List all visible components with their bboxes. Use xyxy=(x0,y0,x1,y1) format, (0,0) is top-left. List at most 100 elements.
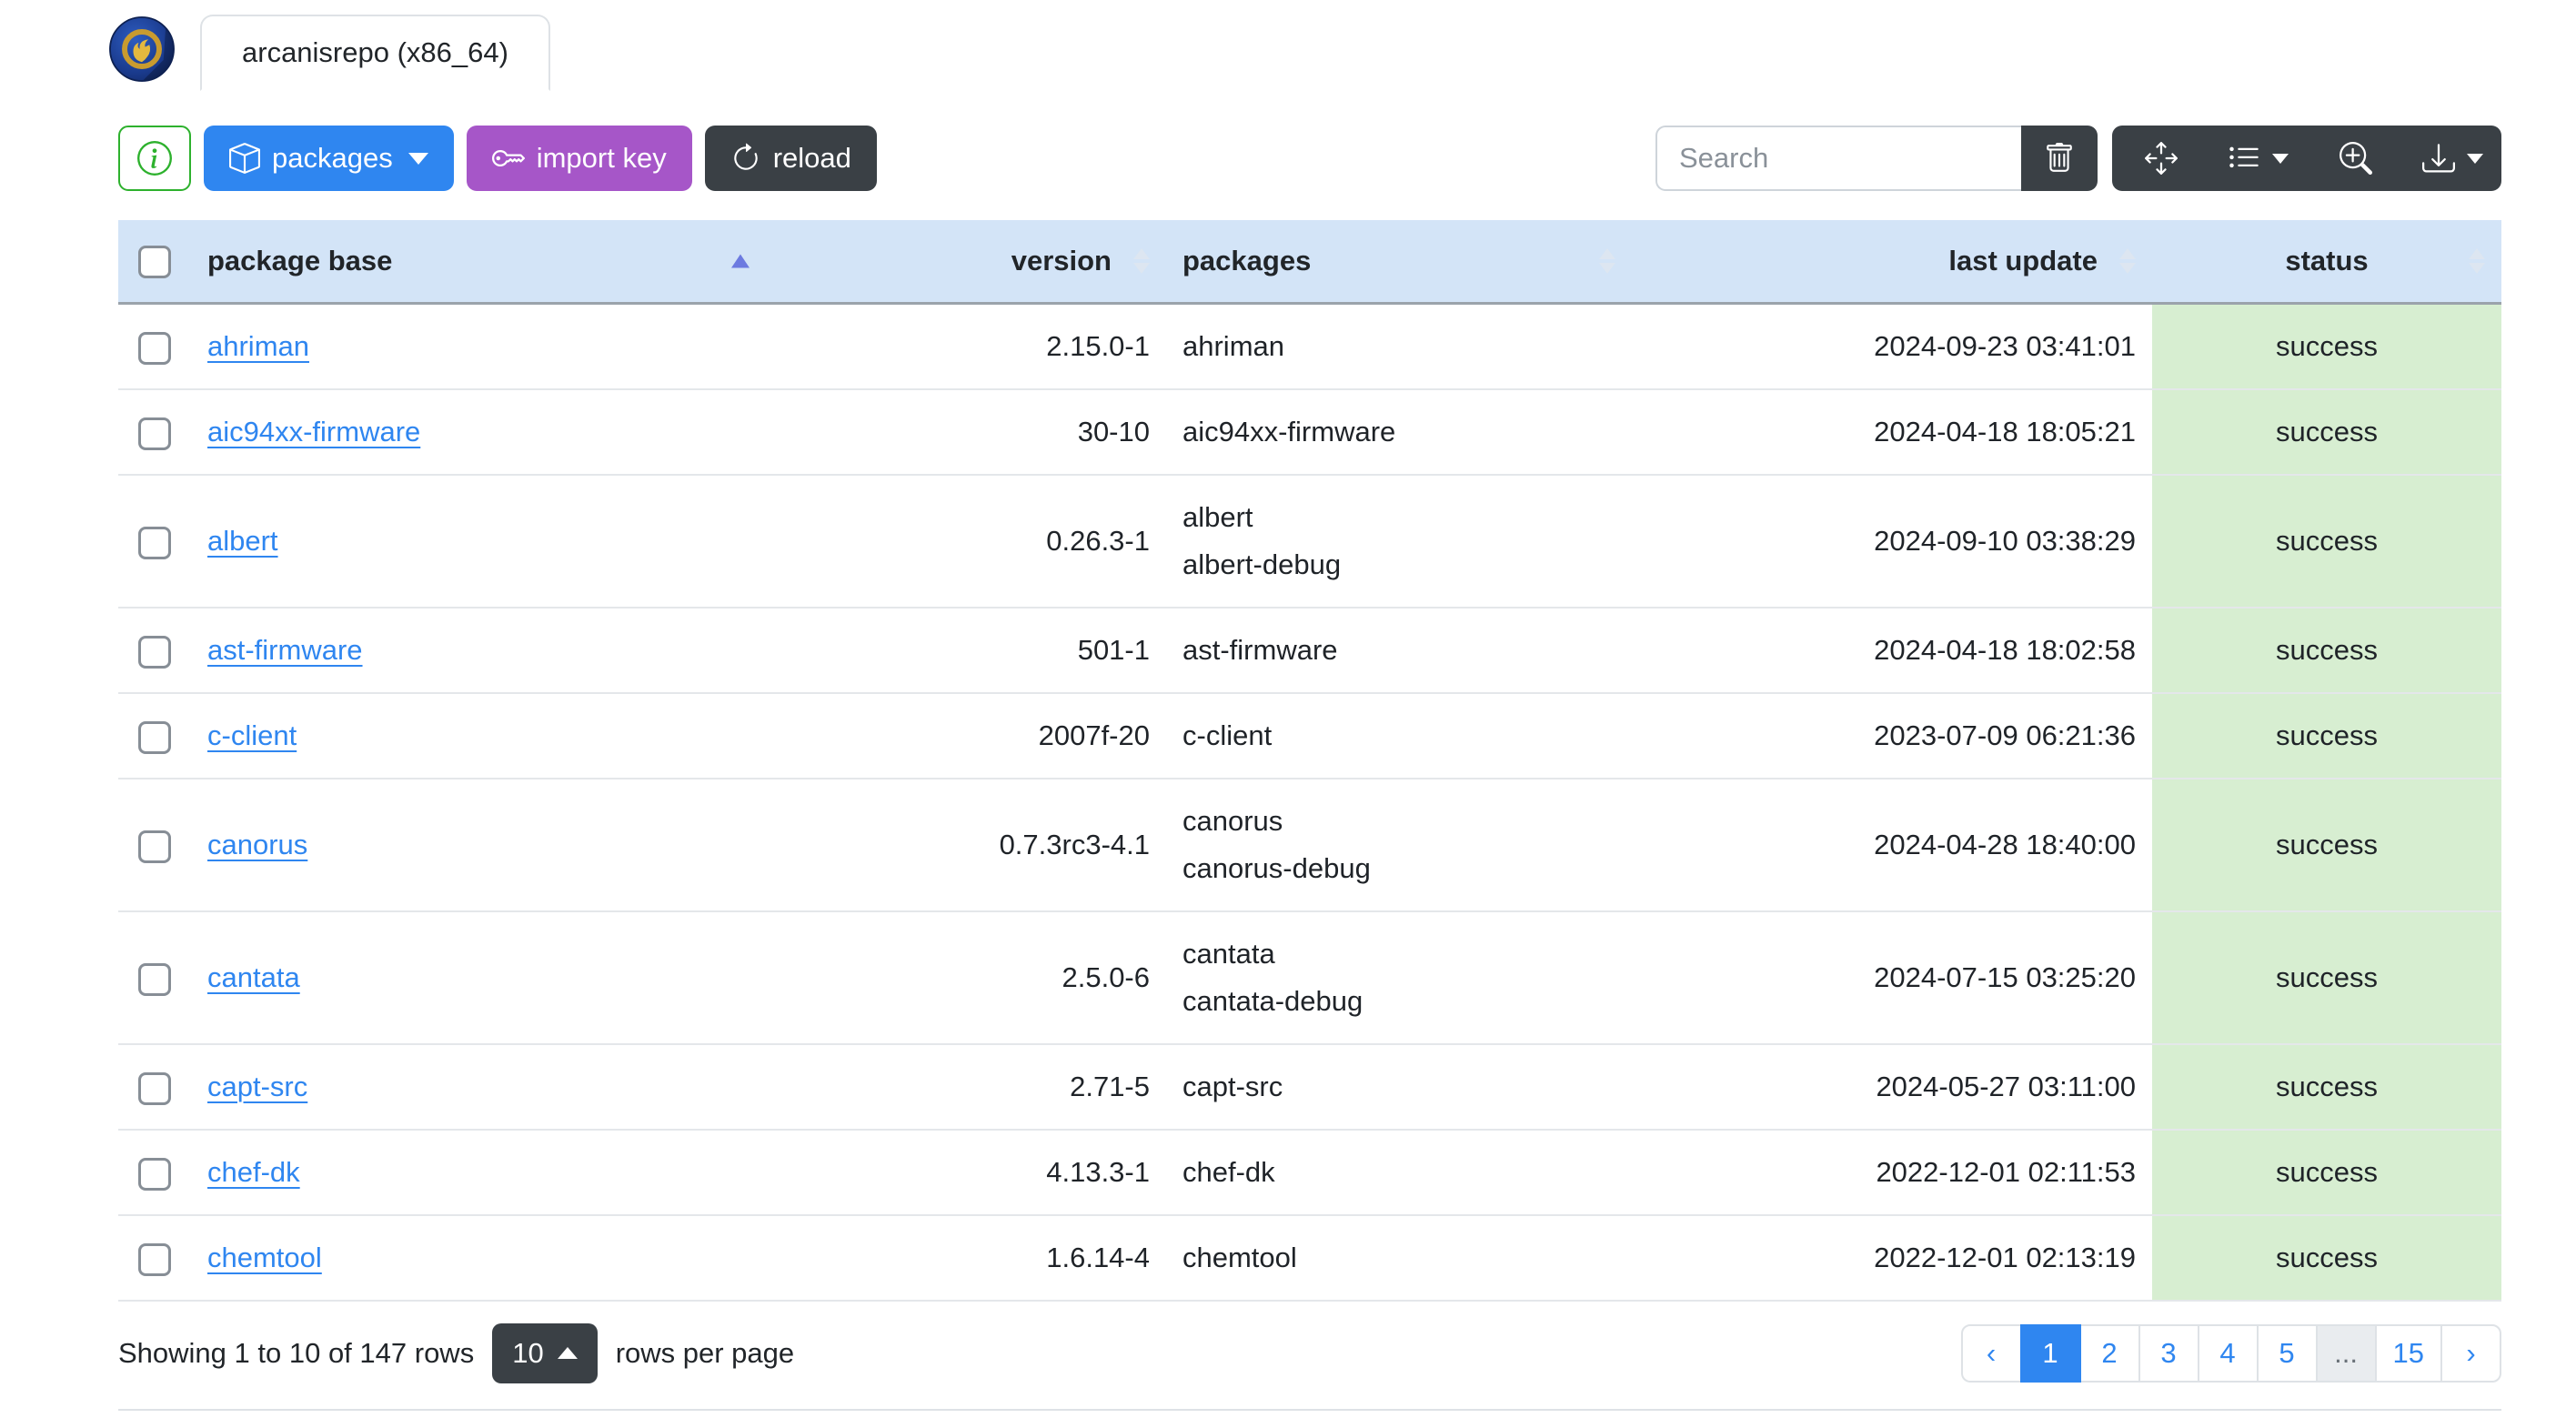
box-icon xyxy=(229,143,260,174)
key-icon xyxy=(491,149,525,167)
column-header-last-update[interactable]: last update xyxy=(1632,220,2152,305)
status-label: success xyxy=(2276,719,2378,751)
next-page-button[interactable]: › xyxy=(2440,1323,2501,1383)
status-cell: success xyxy=(2152,474,2501,608)
package-base-cell: ahriman xyxy=(191,303,766,390)
page-ellipsis-button[interactable]: ... xyxy=(2315,1323,2377,1383)
page-button-1[interactable]: 1 xyxy=(2019,1323,2081,1383)
page-size-dropdown-button[interactable]: 10 xyxy=(492,1322,598,1383)
status-cell: success xyxy=(2152,303,2501,390)
package-base-cell: chemtool xyxy=(191,1214,766,1302)
package-base-link[interactable]: chemtool xyxy=(207,1242,322,1273)
table-header-row: package base version packages last updat… xyxy=(118,220,2501,305)
package-base-link[interactable]: ast-firmware xyxy=(207,634,363,666)
row-checkbox[interactable] xyxy=(138,830,171,863)
row-checkbox[interactable] xyxy=(138,962,171,996)
table-tools-group xyxy=(2112,126,2501,191)
table-row: ast-firmware 501-1 ast-firmware 2024-04-… xyxy=(118,607,2501,694)
chevron-down-icon xyxy=(408,152,428,165)
fullscreen-button[interactable] xyxy=(2112,126,2209,191)
row-checkbox[interactable] xyxy=(138,635,171,669)
page-button-3[interactable]: 3 xyxy=(2138,1323,2199,1383)
sort-asc-icon xyxy=(731,254,750,268)
table-row: canorus 0.7.3rc3-4.1 canorus canorus-debu… xyxy=(118,778,2501,912)
sort-both-icon xyxy=(1599,247,1615,274)
page-size-value: 10 xyxy=(512,1336,544,1369)
package-base-link[interactable]: canorus xyxy=(207,829,307,860)
package-base-link[interactable]: aic94xx-firmware xyxy=(207,416,420,448)
page-button-15[interactable]: 15 xyxy=(2374,1323,2442,1383)
chevron-down-icon xyxy=(2272,153,2289,164)
package-base-cell: c-client xyxy=(191,692,766,779)
packages-cell: albert albert-debug xyxy=(1166,474,1632,608)
column-label: last update xyxy=(1948,244,2098,277)
status-cell: success xyxy=(2152,607,2501,694)
status-label: success xyxy=(2276,633,2378,666)
row-select-cell xyxy=(118,388,191,476)
package-base-link[interactable]: ahriman xyxy=(207,330,309,362)
packages-cell: ast-firmware xyxy=(1166,607,1632,694)
column-header-status[interactable]: status xyxy=(2152,220,2501,305)
repo-tab-label: arcanisrepo (x86_64) xyxy=(242,36,508,68)
version-cell: 501-1 xyxy=(766,607,1166,694)
select-all-header[interactable] xyxy=(118,220,191,305)
row-select-cell xyxy=(118,1129,191,1216)
column-header-packages[interactable]: packages xyxy=(1166,220,1632,305)
packages-cell: capt-src xyxy=(1166,1043,1632,1131)
status-label: success xyxy=(2276,524,2378,557)
row-select-cell xyxy=(118,692,191,779)
row-checkbox[interactable] xyxy=(138,1157,171,1191)
package-base-link[interactable]: cantata xyxy=(207,961,300,993)
status-cell: success xyxy=(2152,778,2501,912)
import-key-button[interactable]: import key xyxy=(466,126,692,191)
table-row: capt-src 2.71-5 capt-src 2024-05-27 03:1… xyxy=(118,1043,2501,1131)
row-checkbox[interactable] xyxy=(138,417,171,450)
columns-dropdown-button[interactable] xyxy=(2209,126,2307,191)
pagination-summary-group: Showing 1 to 10 of 147 rows 10 rows per … xyxy=(118,1322,794,1383)
packages-cell: ahriman xyxy=(1166,303,1632,390)
zoom-in-button[interactable] xyxy=(2307,126,2404,191)
last-update-cell: 2024-04-28 18:40:00 xyxy=(1632,778,2152,912)
service-info-button[interactable] xyxy=(118,126,191,191)
select-all-checkbox[interactable] xyxy=(138,245,171,278)
toolbar: packages import key reload xyxy=(118,126,2501,191)
prev-page-button[interactable]: ‹ xyxy=(1960,1323,2022,1383)
export-dropdown-button[interactable] xyxy=(2404,126,2501,191)
row-checkbox[interactable] xyxy=(138,526,171,559)
sort-both-icon xyxy=(1133,247,1150,274)
status-cell: success xyxy=(2152,1214,2501,1302)
packages-cell: cantata cantata-debug xyxy=(1166,910,1632,1045)
column-header-package-base[interactable]: package base xyxy=(191,220,766,305)
import-key-button-label: import key xyxy=(536,142,667,174)
pagination-bar: Showing 1 to 10 of 147 rows 10 rows per … xyxy=(118,1322,2501,1383)
package-base-link[interactable]: capt-src xyxy=(207,1071,307,1102)
version-cell: 2.71-5 xyxy=(766,1043,1166,1131)
package-base-link[interactable]: c-client xyxy=(207,719,297,751)
column-header-version[interactable]: version xyxy=(766,220,1166,305)
row-checkbox[interactable] xyxy=(138,1242,171,1276)
row-checkbox[interactable] xyxy=(138,720,171,754)
row-checkbox[interactable] xyxy=(138,331,171,365)
page-button-4[interactable]: 4 xyxy=(2197,1323,2259,1383)
last-update-cell: 2024-04-18 18:05:21 xyxy=(1632,388,2152,476)
page-button-5[interactable]: 5 xyxy=(2256,1323,2318,1383)
search-group xyxy=(1655,126,2098,191)
ahriman-dragon-logo xyxy=(109,16,175,82)
row-select-cell xyxy=(118,474,191,608)
package-base-link[interactable]: chef-dk xyxy=(207,1156,300,1188)
pagination-summary: Showing 1 to 10 of 147 rows xyxy=(118,1336,475,1369)
search-input[interactable] xyxy=(1655,126,2021,191)
row-checkbox[interactable] xyxy=(138,1071,171,1105)
clear-search-button[interactable] xyxy=(2021,126,2098,191)
row-select-cell xyxy=(118,1214,191,1302)
status-label: success xyxy=(2276,828,2378,860)
packages-button-label: packages xyxy=(272,142,393,174)
zoom-in-icon xyxy=(2339,142,2372,175)
package-base-link[interactable]: albert xyxy=(207,525,278,557)
page-button-2[interactable]: 2 xyxy=(2078,1323,2140,1383)
table-row: c-client 2007f-20 c-client 2023-07-09 06… xyxy=(118,692,2501,779)
packages-dropdown-button[interactable]: packages xyxy=(204,126,454,191)
table-row: aic94xx-firmware 30-10 aic94xx-firmware … xyxy=(118,388,2501,476)
repo-tab[interactable]: arcanisrepo (x86_64) xyxy=(200,15,550,91)
reload-button[interactable]: reload xyxy=(704,126,877,191)
